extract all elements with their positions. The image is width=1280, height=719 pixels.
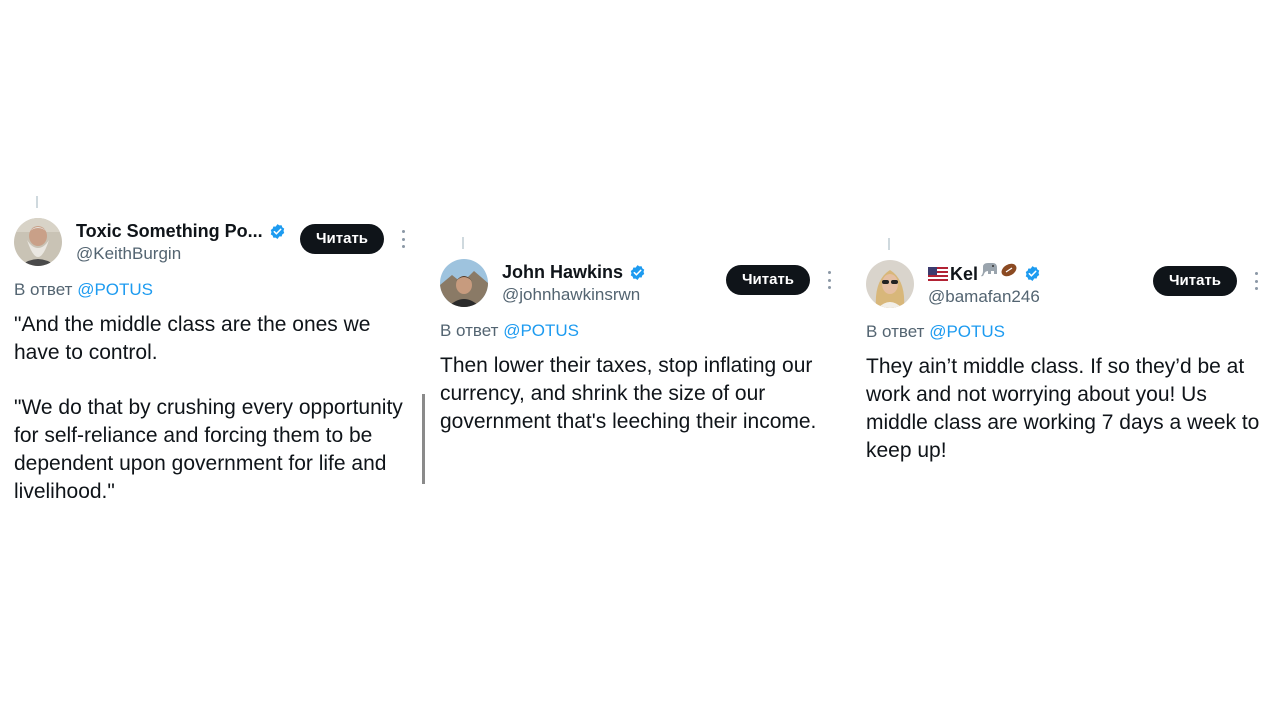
thread-connector <box>888 238 890 250</box>
tweet-paragraph: "We do that by crushing every opportunit… <box>14 396 403 503</box>
verified-badge-icon <box>1025 266 1040 281</box>
tweet-text: Then lower their taxes, stop inflating o… <box>440 352 840 436</box>
more-options-icon[interactable] <box>1253 272 1259 290</box>
reply-mention-link[interactable]: @POTUS <box>929 322 1005 341</box>
display-name[interactable]: Kel <box>928 262 1041 285</box>
tweet-card: Kel @bamafan246 Читать В ответ @POTUS Th… <box>866 238 1266 465</box>
verified-badge-icon <box>630 264 645 280</box>
user-handle[interactable]: @johnhawkinsrwn <box>502 284 646 306</box>
elephant-icon <box>980 262 998 285</box>
tweet-header: John Hawkins @johnhawkinsrwn Читать <box>440 249 840 311</box>
column-divider <box>422 394 425 484</box>
follow-button[interactable]: Читать <box>300 224 385 254</box>
avatar[interactable] <box>440 259 488 307</box>
user-handle[interactable]: @KeithBurgin <box>76 243 286 265</box>
tweet-card: Toxic Something Po... @KeithBurgin Читат… <box>14 196 414 506</box>
tweet-paragraph: "And the middle class are the ones we ha… <box>14 313 371 364</box>
thread-connector <box>462 237 464 249</box>
tweet-header: Toxic Something Po... @KeithBurgin Читат… <box>14 208 414 270</box>
tweet-text: They ain’t middle class. If so they’d be… <box>866 353 1266 465</box>
reply-mention-link[interactable]: @POTUS <box>503 321 579 340</box>
tweet-header: Kel @bamafan246 Читать <box>866 250 1266 312</box>
follow-button[interactable]: Читать <box>1153 266 1238 296</box>
reply-mention-link[interactable]: @POTUS <box>77 280 153 299</box>
tweet-paragraph: They ain’t middle class. If so they’d be… <box>866 355 1260 462</box>
reply-context: В ответ @POTUS <box>866 321 1266 343</box>
more-options-icon[interactable] <box>826 271 832 289</box>
user-handle[interactable]: @bamafan246 <box>928 286 1041 308</box>
avatar[interactable] <box>14 218 62 266</box>
display-name-text: Toxic Something Po... <box>76 221 263 241</box>
reply-context: В ответ @POTUS <box>14 279 414 301</box>
verified-badge-icon <box>270 223 284 239</box>
avatar[interactable] <box>866 260 914 308</box>
display-name-text: John Hawkins <box>502 262 624 282</box>
display-name[interactable]: John Hawkins <box>502 261 646 283</box>
display-name-text: Kel <box>950 263 979 284</box>
tweet-paragraph: Then lower their taxes, stop inflating o… <box>440 354 817 433</box>
us-flag-icon <box>928 266 948 281</box>
follow-button[interactable]: Читать <box>726 265 811 295</box>
football-icon <box>1000 262 1018 285</box>
tweet-card: John Hawkins @johnhawkinsrwn Читать В от… <box>440 237 840 436</box>
reply-prefix: В ответ <box>14 280 73 299</box>
reply-prefix: В ответ <box>440 321 499 340</box>
more-options-icon[interactable] <box>400 230 406 248</box>
reply-prefix: В ответ <box>866 322 925 341</box>
thread-connector <box>36 196 38 208</box>
tweet-text: "And the middle class are the ones we ha… <box>14 311 414 506</box>
display-name[interactable]: Toxic Something Po... <box>76 220 286 242</box>
reply-context: В ответ @POTUS <box>440 320 840 342</box>
